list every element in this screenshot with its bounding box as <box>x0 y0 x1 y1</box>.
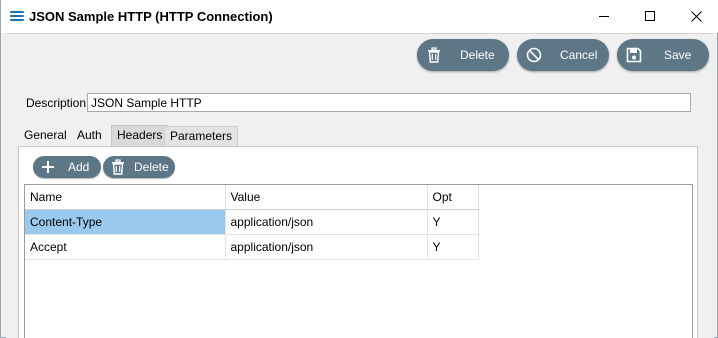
delete-button[interactable]: Delete <box>417 39 509 71</box>
minimize-icon <box>598 16 609 17</box>
cell-value[interactable]: application/json <box>225 209 428 235</box>
column-header-name[interactable]: Name <box>25 185 226 210</box>
dialog-content: Delete Cancel Save Description General A… <box>6 33 714 338</box>
save-button-label: Save <box>664 48 692 62</box>
save-button[interactable]: Save <box>617 39 709 71</box>
table-row[interactable]: Content-Type application/json Y <box>25 209 479 235</box>
table-header-row: Name Value Opt <box>25 185 479 210</box>
tab-headers[interactable]: Headers <box>111 125 169 146</box>
headers-table: Name Value Opt Content-Type application/… <box>25 185 479 260</box>
headers-panel: Add Delete Name Value Opt Content-Type a… <box>18 146 698 338</box>
trash-icon <box>112 159 124 175</box>
cell-opt[interactable]: Y <box>427 209 479 235</box>
description-label: Description <box>26 96 87 110</box>
headers-grid: Name Value Opt Content-Type application/… <box>24 184 693 338</box>
cell-name[interactable]: Content-Type <box>25 209 226 235</box>
table-row[interactable]: Accept application/json Y <box>25 234 479 260</box>
cell-opt[interactable]: Y <box>427 234 479 260</box>
cancel-icon <box>526 47 542 63</box>
add-header-label: Add <box>68 160 90 174</box>
cancel-button[interactable]: Cancel <box>517 39 609 71</box>
window-title: JSON Sample HTTP (HTTP Connection) <box>29 9 273 24</box>
save-icon <box>626 47 642 63</box>
column-header-opt[interactable]: Opt <box>427 185 479 210</box>
cell-name[interactable]: Accept <box>25 234 226 260</box>
cell-value[interactable]: application/json <box>225 234 428 260</box>
cancel-button-label: Cancel <box>560 48 598 62</box>
maximize-button[interactable] <box>627 0 673 33</box>
title-bar: JSON Sample HTTP (HTTP Connection) <box>1 0 718 33</box>
delete-button-label: Delete <box>460 48 495 62</box>
column-header-value[interactable]: Value <box>225 185 428 210</box>
minimize-button[interactable] <box>581 0 627 33</box>
add-header-button[interactable]: Add <box>33 156 101 178</box>
close-button[interactable] <box>673 0 718 33</box>
tab-general[interactable]: General <box>19 126 72 146</box>
plus-icon <box>42 161 54 173</box>
tab-auth[interactable]: Auth <box>72 126 107 146</box>
close-icon <box>690 11 702 22</box>
delete-header-label: Delete <box>134 160 169 174</box>
http-connection-window: JSON Sample HTTP (HTTP Connection) Delet… <box>0 0 718 338</box>
trash-icon <box>428 47 440 63</box>
maximize-icon <box>644 11 655 21</box>
tab-parameters[interactable]: Parameters <box>164 126 239 146</box>
list-icon <box>10 11 24 22</box>
delete-header-button[interactable]: Delete <box>103 156 175 178</box>
description-field[interactable] <box>87 93 691 112</box>
